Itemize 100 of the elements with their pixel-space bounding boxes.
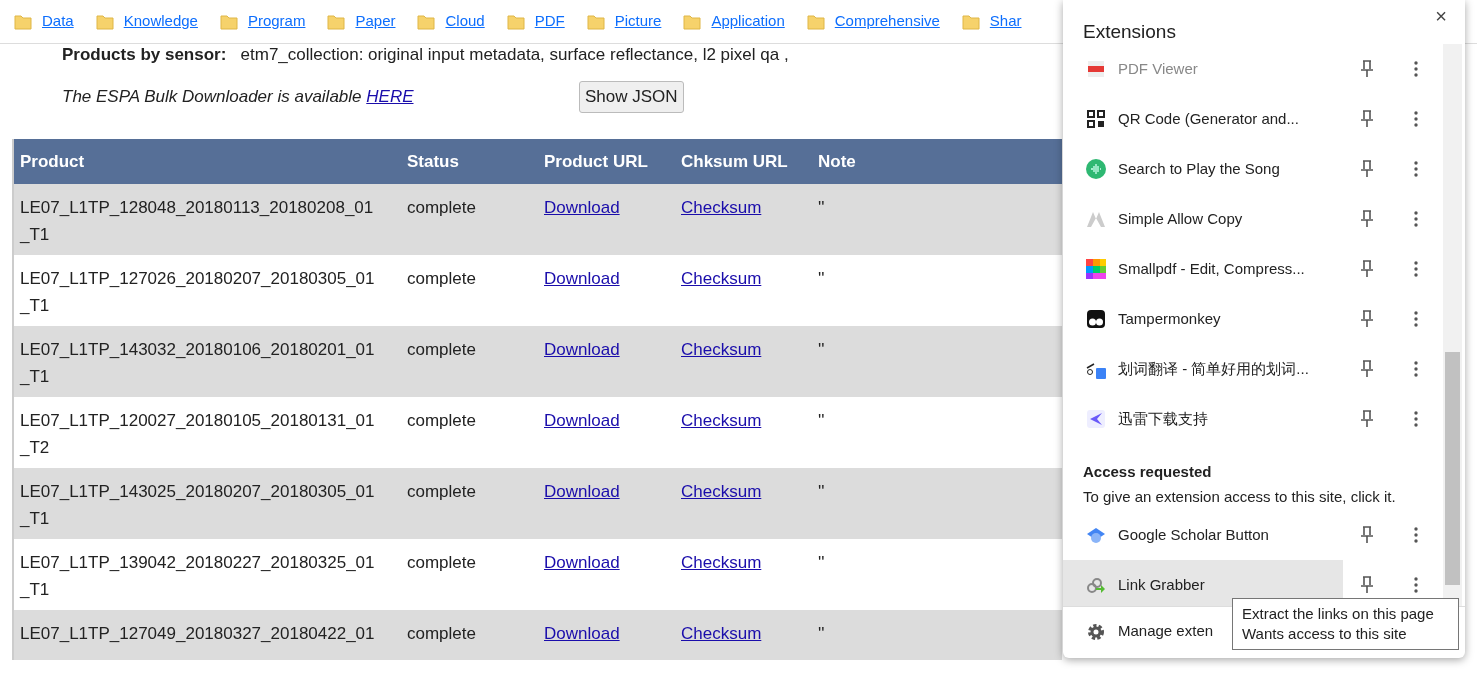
status-cell-text: complete: [407, 197, 477, 219]
product-cell-text: LE07_L1TP_128048_20180113_20180208_01 _T1: [18, 197, 375, 246]
product-cell-text: LE07_L1TP_143025_20180207_20180305_01 _T1: [18, 481, 376, 530]
column-header: Product URL: [544, 150, 649, 173]
note-cell: '': [818, 269, 825, 288]
extension-name[interactable]: Simple Allow Copy: [1118, 207, 1356, 231]
download-link[interactable]: Download: [544, 411, 620, 430]
bookmark-link[interactable]: Paper: [327, 10, 396, 33]
color-grid-icon: [1086, 259, 1106, 279]
show-json-button[interactable]: Show JSON: [579, 81, 684, 113]
tooltip: Extract the links on this page Wants access to this site: [1232, 598, 1459, 650]
bookmark-link[interactable]: PDF: [506, 10, 565, 33]
folder-icon: [806, 13, 825, 30]
folder-icon: [961, 13, 980, 30]
more-icon[interactable]: [1414, 111, 1418, 127]
download-link[interactable]: Download: [544, 482, 620, 501]
status-cell-text: complete: [407, 339, 477, 361]
status-cell-text: complete: [407, 481, 477, 503]
download-link[interactable]: Download: [544, 624, 620, 643]
close-button[interactable]: ×: [1431, 4, 1451, 28]
hint-text: To give an extension access to this site, click it.: [1083, 487, 1397, 507]
more-icon[interactable]: [1414, 161, 1418, 177]
checksum-link[interactable]: Checksum: [681, 198, 762, 217]
monkey-icon: [1086, 309, 1106, 329]
sensor-line: Products by sensor: etm7_collection: original input metadata, surface reflectance, l2 pixel qa ,: [62, 45, 790, 65]
bookmark-link[interactable]: Shar: [961, 10, 1022, 33]
extension-name[interactable]: Tampermonkey: [1118, 307, 1356, 331]
download-link[interactable]: Download: [544, 269, 620, 288]
here-link[interactable]: HERE: [366, 87, 414, 107]
pin-icon[interactable]: [1360, 526, 1374, 544]
extension-name[interactable]: Link Grabber: [1118, 573, 1343, 597]
checksum-link[interactable]: Checksum: [681, 482, 762, 501]
folder-icon: [417, 13, 436, 30]
download-link[interactable]: Download: [544, 553, 620, 572]
more-icon[interactable]: [1414, 61, 1418, 77]
checksum-link[interactable]: Checksum: [681, 624, 762, 643]
more-icon[interactable]: [1414, 577, 1418, 593]
section-heading: Access requested: [1083, 462, 1213, 482]
extension-name[interactable]: 划词翻译 - 简单好用的划词...: [1118, 357, 1356, 381]
product-cell-text: LE07_L1TP_139042_20180227_20180325_01 _T1: [18, 552, 376, 601]
folder-icon: [219, 13, 238, 30]
folder-icon: [683, 13, 702, 30]
bookmark-link[interactable]: Data: [14, 10, 74, 33]
extension-name[interactable]: Search to Play the Song: [1118, 157, 1356, 181]
checksum-link[interactable]: Checksum: [681, 340, 762, 359]
more-icon[interactable]: [1414, 411, 1418, 427]
folder-icon: [506, 13, 525, 30]
download-link[interactable]: Download: [544, 198, 620, 217]
pin-icon[interactable]: [1360, 576, 1374, 594]
pin-icon[interactable]: [1360, 210, 1374, 228]
extension-name[interactable]: 迅雷下载支持: [1118, 407, 1356, 431]
checksum-link[interactable]: Checksum: [681, 269, 762, 288]
more-icon[interactable]: [1414, 261, 1418, 277]
note-cell: '': [818, 340, 825, 359]
bookmark-link[interactable]: Picture: [586, 10, 662, 33]
note-cell: '': [818, 553, 825, 572]
scrollbar[interactable]: [1443, 44, 1462, 606]
column-header: Product: [19, 150, 86, 173]
extension-name[interactable]: QR Code (Generator and...: [1118, 107, 1356, 131]
pin-icon[interactable]: [1360, 260, 1374, 278]
sound-wave-icon: [1086, 159, 1106, 179]
more-icon[interactable]: [1414, 361, 1418, 377]
status-cell-text: complete: [407, 623, 477, 645]
note-cell: '': [818, 198, 825, 217]
checksum-link[interactable]: Checksum: [681, 553, 762, 572]
column-header: Status: [407, 150, 460, 173]
pin-icon[interactable]: [1360, 110, 1374, 128]
column-header: Chksum URL: [681, 150, 789, 173]
column-header: Note: [818, 150, 857, 173]
status-cell-text: complete: [407, 268, 477, 290]
bookmark-link[interactable]: Knowledge: [95, 10, 198, 33]
more-icon[interactable]: [1414, 527, 1418, 543]
pin-icon[interactable]: [1360, 60, 1374, 78]
product-cell-text: LE07_L1TP_120027_20180105_20180131_01 _T2: [18, 410, 376, 459]
scrollbar-thumb[interactable]: [1445, 352, 1460, 585]
pin-icon[interactable]: [1360, 160, 1374, 178]
qr-code-icon: [1086, 109, 1106, 129]
checksum-link[interactable]: Checksum: [681, 411, 762, 430]
downloader-text: The ESPA Bulk Downloader is available HERE: [62, 86, 415, 109]
extension-name[interactable]: PDF Viewer: [1118, 57, 1356, 81]
product-cell-text: LE07_L1TP_143032_20180106_20180201_01 _T1: [18, 339, 376, 388]
product-cell-text: LE07_L1TP_127026_20180207_20180305_01 _T1: [18, 268, 376, 317]
bookmark-link[interactable]: Program: [219, 10, 306, 33]
more-icon[interactable]: [1414, 211, 1418, 227]
settings-icon: [1086, 621, 1106, 642]
folder-icon: [327, 13, 346, 30]
pin-icon[interactable]: [1360, 360, 1374, 378]
download-link[interactable]: Download: [544, 340, 620, 359]
extension-name[interactable]: Google Scholar Button: [1118, 523, 1356, 547]
note-cell: '': [818, 482, 825, 501]
folder-icon: [14, 13, 32, 30]
product-cell-text: LE07_L1TP_127049_20180327_20180422_01: [19, 623, 376, 645]
pin-icon[interactable]: [1360, 310, 1374, 328]
popup-title: Extensions: [1083, 20, 1176, 44]
pin-icon[interactable]: [1360, 410, 1374, 428]
bookmark-link[interactable]: Application: [683, 10, 785, 33]
bookmark-link[interactable]: Cloud: [417, 10, 485, 33]
bookmark-link[interactable]: Comprehensive: [806, 10, 940, 33]
extension-name[interactable]: Smallpdf - Edit, Compress...: [1118, 257, 1356, 281]
more-icon[interactable]: [1414, 311, 1418, 327]
